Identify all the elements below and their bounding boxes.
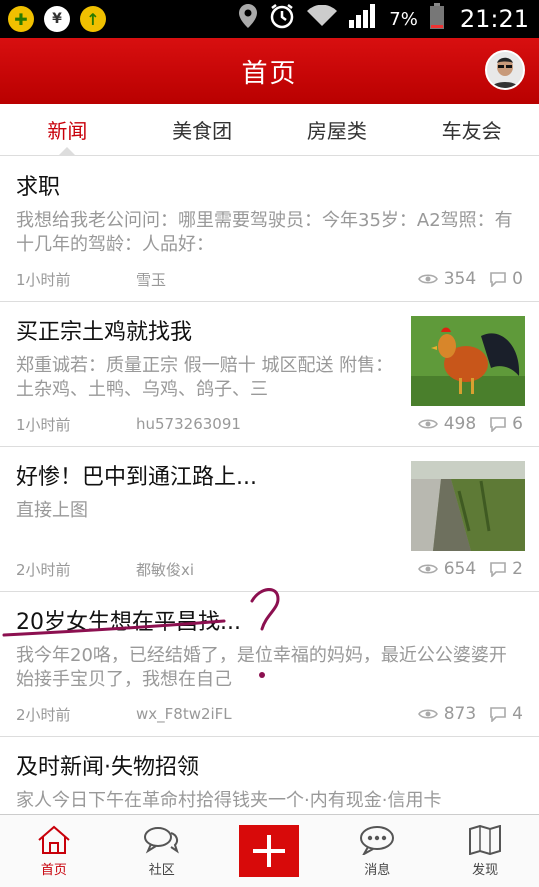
nav-post[interactable] bbox=[216, 815, 324, 887]
comment-count: 0 bbox=[490, 269, 523, 289]
comment-icon bbox=[490, 271, 506, 287]
item-meta: 1小时前 hu573263091 498 6 bbox=[16, 414, 523, 434]
upload-arrow-icon: ↑ bbox=[80, 6, 106, 32]
message-icon bbox=[360, 825, 395, 855]
shield-yen-icon: ¥ bbox=[44, 6, 70, 32]
item-summary: 家人今日下午在革命村拾得钱夹一个·内有现金·信用卡 bbox=[16, 790, 442, 811]
nav-messages[interactable]: 消息 bbox=[323, 815, 431, 887]
view-count: 873 bbox=[417, 704, 477, 724]
item-title: 好惨！巴中到通江路上... bbox=[16, 465, 257, 490]
view-count-value: 498 bbox=[443, 414, 477, 434]
comment-count: 4 bbox=[490, 704, 523, 724]
list-item[interactable]: 及时新闻·失物招领 家人今日下午在革命村拾得钱夹一个·内有现金·信用卡 bbox=[0, 737, 539, 813]
view-count-value: 354 bbox=[443, 269, 477, 289]
item-time: 1小时前 bbox=[16, 270, 71, 289]
avatar[interactable] bbox=[485, 50, 525, 90]
plus-icon bbox=[239, 825, 300, 877]
tab-car-club[interactable]: 车友会 bbox=[404, 104, 539, 155]
tab-food[interactable]: 美食团 bbox=[135, 104, 270, 155]
comment-count-value: 2 bbox=[512, 559, 523, 579]
list-item[interactable]: 20岁女生想在平昌找... 我今年20咯，已经结婚了，是位幸福的妈妈，最近公公婆… bbox=[0, 592, 539, 737]
view-count-value: 873 bbox=[443, 704, 477, 724]
tab-housing[interactable]: 房屋类 bbox=[270, 104, 405, 155]
status-bar: ✚ ¥ ↑ 7% 21:21 bbox=[0, 0, 539, 38]
tab-label: 新闻 bbox=[47, 119, 88, 143]
list-item[interactable]: 求职 我想给我老公问问：哪里需要驾驶员：今年35岁：A2驾照：有十几年的驾龄：人… bbox=[0, 157, 539, 302]
item-time: 1小时前 bbox=[16, 415, 71, 434]
nav-label: 首页 bbox=[40, 862, 67, 878]
item-summary: 我今年20咯，已经结婚了，是位幸福的妈妈，最近公公婆婆开始接手宝贝了，我想在自己 bbox=[16, 645, 507, 690]
discover-icon bbox=[469, 824, 502, 855]
item-title: 买正宗土鸡就找我 bbox=[16, 320, 193, 345]
home-icon bbox=[38, 825, 70, 854]
view-count: 498 bbox=[417, 414, 477, 434]
comment-icon bbox=[490, 561, 506, 577]
alarm-icon bbox=[269, 3, 295, 35]
location-icon bbox=[239, 4, 258, 34]
item-meta: 1小时前 雪玉 354 0 bbox=[16, 269, 523, 289]
item-author: wx_F8tw2iFL bbox=[136, 705, 232, 723]
nav-discover[interactable]: 发现 bbox=[431, 815, 539, 887]
item-time: 2小时前 bbox=[16, 705, 71, 724]
item-summary: 我想给我老公问问：哪里需要驾驶员：今年35岁：A2驾照：有十几年的驾龄：人品好： bbox=[16, 210, 513, 255]
nav-label: 社区 bbox=[148, 862, 175, 878]
item-title: 及时新闻·失物招领 bbox=[16, 755, 199, 780]
comment-count-value: 6 bbox=[512, 414, 523, 434]
battery-percent: 7% bbox=[389, 8, 418, 30]
chat-bubbles-icon bbox=[143, 826, 179, 854]
battery-icon bbox=[429, 3, 444, 35]
item-summary: 直接上图 bbox=[16, 500, 88, 521]
list-item[interactable]: 好惨！巴中到通江路上... 直接上图 2小时前 都敏俊xi 654 2 bbox=[0, 447, 539, 592]
page-title: 首页 bbox=[241, 58, 298, 89]
comment-count: 6 bbox=[490, 414, 523, 434]
nav-label: 发现 bbox=[472, 862, 499, 878]
comment-count-value: 0 bbox=[512, 269, 523, 289]
nav-home[interactable]: 首页 bbox=[0, 815, 108, 887]
eye-icon bbox=[417, 709, 438, 719]
comment-count: 2 bbox=[490, 559, 523, 579]
tab-label: 美食团 bbox=[172, 119, 233, 143]
item-author: 雪玉 bbox=[136, 270, 167, 289]
item-author: hu573263091 bbox=[136, 415, 241, 433]
signal-icon bbox=[349, 4, 377, 34]
item-title: 20岁女生想在平昌找... bbox=[16, 610, 241, 635]
comment-count-value: 4 bbox=[512, 704, 523, 724]
news-feed: 求职 我想给我老公问问：哪里需要驾驶员：今年35岁：A2驾照：有十几年的驾龄：人… bbox=[0, 157, 539, 813]
bottom-nav: 首页 社区 消息 发现 bbox=[0, 814, 539, 887]
eye-icon bbox=[417, 419, 438, 429]
item-meta: 2小时前 都敏俊xi 654 2 bbox=[16, 559, 523, 579]
roadside-thumbnail bbox=[411, 461, 525, 551]
comment-icon bbox=[490, 706, 506, 722]
tab-label: 车友会 bbox=[441, 119, 502, 143]
category-tabs: 新闻 美食团 房屋类 车友会 bbox=[0, 104, 539, 156]
view-count: 654 bbox=[417, 559, 477, 579]
tab-label: 房屋类 bbox=[306, 119, 367, 143]
view-count: 354 bbox=[417, 269, 477, 289]
item-time: 2小时前 bbox=[16, 560, 71, 579]
app-header: 首页 bbox=[0, 38, 539, 104]
item-title: 求职 bbox=[16, 175, 61, 200]
item-author: 都敏俊xi bbox=[136, 560, 195, 579]
plus-badge-icon: ✚ bbox=[8, 6, 34, 32]
nav-label: 消息 bbox=[364, 862, 391, 878]
item-summary: 郑重诚若：质量正宗 假一赔十 城区配送 附售：土杂鸡、土鸭、乌鸡、鸽子、三 bbox=[16, 355, 394, 400]
eye-icon bbox=[417, 564, 438, 574]
view-count-value: 654 bbox=[443, 559, 477, 579]
nav-community[interactable]: 社区 bbox=[108, 815, 216, 887]
eye-icon bbox=[417, 274, 438, 284]
comment-icon bbox=[490, 416, 506, 432]
wifi-icon bbox=[307, 4, 338, 33]
clock: 21:21 bbox=[459, 5, 529, 33]
list-item[interactable]: 买正宗土鸡就找我 郑重诚若：质量正宗 假一赔十 城区配送 附售：土杂鸡、土鸭、乌… bbox=[0, 302, 539, 447]
rooster-thumbnail bbox=[411, 316, 525, 406]
item-meta: 2小时前 wx_F8tw2iFL 873 4 bbox=[16, 704, 523, 724]
tab-news[interactable]: 新闻 bbox=[0, 104, 135, 156]
